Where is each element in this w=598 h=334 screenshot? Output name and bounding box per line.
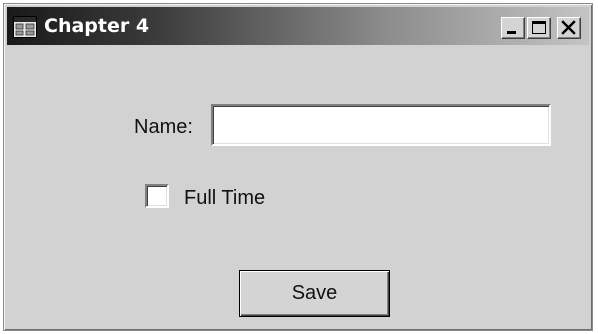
window-title: Chapter 4 (44, 15, 150, 37)
name-label: Name: (134, 116, 193, 138)
minimize-button[interactable] (501, 17, 525, 39)
close-button[interactable] (557, 17, 581, 39)
chapter4-window: Chapter 4 Name: Full Time Save (3, 3, 593, 331)
title-bar[interactable]: Chapter 4 (7, 7, 589, 45)
full-time-checkbox[interactable] (145, 184, 169, 208)
save-button[interactable]: Save (239, 270, 390, 317)
name-input[interactable] (211, 104, 551, 146)
maximize-button[interactable] (527, 17, 551, 39)
app-window-icon (13, 16, 37, 38)
full-time-label[interactable]: Full Time (184, 186, 265, 210)
